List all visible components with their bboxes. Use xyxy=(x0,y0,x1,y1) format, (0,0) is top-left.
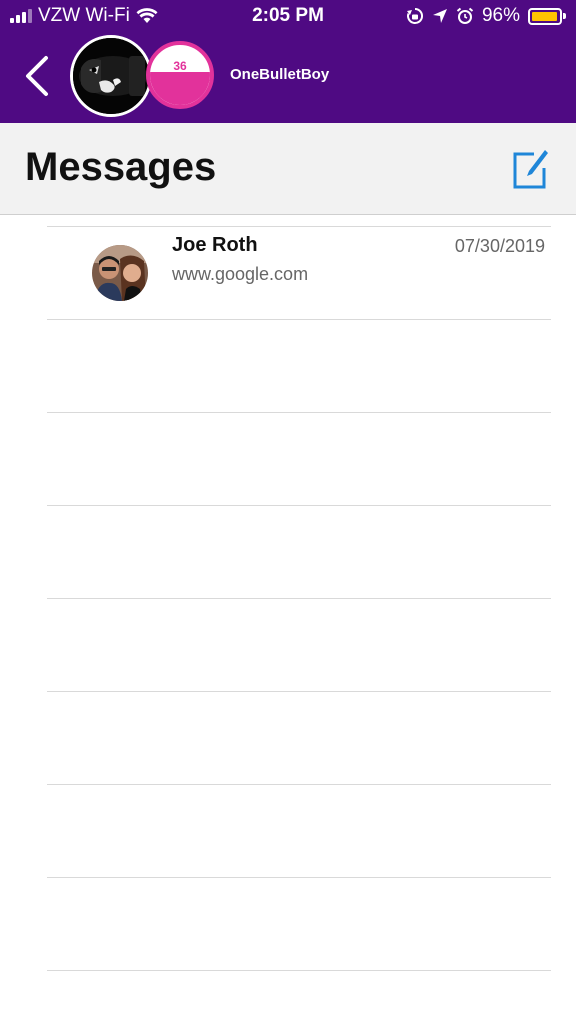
conversation-row[interactable]: Joe Roth www.google.com 07/30/2019 xyxy=(47,226,551,319)
empty-row xyxy=(47,319,551,412)
level-badge[interactable]: 36 xyxy=(146,41,214,109)
message-date: 07/30/2019 xyxy=(454,236,545,256)
empty-row xyxy=(47,970,551,1024)
compose-button[interactable] xyxy=(512,148,548,190)
rotation-lock-icon xyxy=(406,7,423,24)
bullet-bill-image xyxy=(73,38,149,114)
contact-name: Joe Roth xyxy=(172,234,258,256)
empty-row xyxy=(47,877,551,970)
contact-photo xyxy=(92,245,148,301)
header-bar: VZW Wi-Fi 2:05 PM 96% 36 OneBulletBoy xyxy=(0,0,576,123)
username-label[interactable]: OneBulletBoy xyxy=(230,66,329,83)
message-preview: www.google.com xyxy=(172,264,309,284)
title-bar: Messages xyxy=(0,123,576,215)
empty-row xyxy=(47,598,551,691)
empty-row xyxy=(47,784,551,877)
status-bar: VZW Wi-Fi 2:05 PM 96% xyxy=(0,0,576,32)
profile-avatar[interactable] xyxy=(70,35,152,117)
battery-icon xyxy=(528,7,566,25)
contact-avatar xyxy=(92,245,148,301)
empty-row xyxy=(47,412,551,505)
empty-row xyxy=(47,505,551,598)
conversation-list: Joe Roth www.google.com 07/30/2019 xyxy=(47,226,551,1024)
alarm-icon xyxy=(456,7,474,24)
back-button[interactable] xyxy=(22,54,52,98)
battery-percent: 96% xyxy=(481,5,520,26)
page-title: Messages xyxy=(25,145,217,189)
level-number: 36 xyxy=(173,59,187,73)
empty-row xyxy=(47,691,551,784)
location-icon xyxy=(432,9,447,23)
